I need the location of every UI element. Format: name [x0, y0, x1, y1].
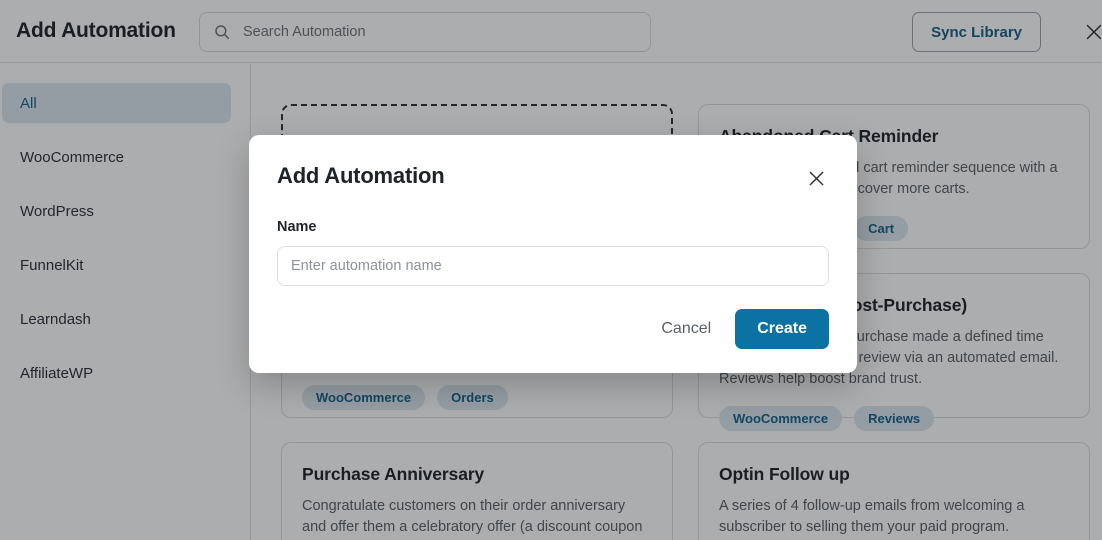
cancel-button[interactable]: Cancel	[647, 312, 725, 346]
automation-name-input[interactable]	[277, 246, 829, 286]
dialog-header: Add Automation	[277, 163, 829, 191]
name-field-label: Name	[277, 219, 317, 235]
dialog-title: Add Automation	[277, 163, 445, 188]
close-icon[interactable]	[803, 165, 829, 191]
add-automation-dialog: Add Automation Name Cancel Create	[249, 135, 857, 373]
dialog-actions: Cancel Create	[647, 309, 829, 349]
add-automation-screen: Add Automation Sync Library AllWooCommer…	[0, 0, 1102, 540]
create-button[interactable]: Create	[735, 309, 829, 349]
